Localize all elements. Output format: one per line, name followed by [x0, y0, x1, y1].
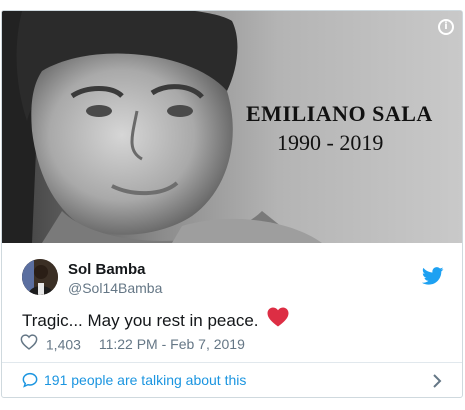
avatar[interactable]: [22, 259, 58, 295]
info-icon[interactable]: i: [438, 19, 454, 35]
tweet-text: Tragic... May you rest in peace.: [22, 307, 289, 334]
tweet-media-image[interactable]: EMILIANO SALA 1990 - 2019 i: [2, 11, 462, 243]
comment-bubble-icon: [22, 372, 38, 393]
tweet-author-header: Sol Bamba @Sol14Bamba: [2, 243, 462, 303]
tweet-text-body: Tragic... May you rest in peace.: [22, 310, 259, 330]
twitter-bird-icon[interactable]: [422, 267, 444, 285]
author-handle[interactable]: @Sol14Bamba: [68, 280, 162, 296]
overlay-title: EMILIANO SALA: [246, 101, 433, 126]
avatar-image: [22, 259, 58, 295]
talking-about-link[interactable]: 191 people are talking about this: [2, 363, 462, 397]
embedded-tweet-card[interactable]: EMILIANO SALA 1990 - 2019 i Sol Bamba @S…: [1, 10, 463, 398]
red-heart-icon: [267, 307, 289, 332]
like-count[interactable]: 1,403: [46, 336, 81, 352]
memorial-photo: [2, 11, 462, 243]
overlay-years: 1990 - 2019: [277, 130, 384, 155]
tweet-timestamp[interactable]: 11:22 PM - Feb 7, 2019: [99, 336, 245, 352]
talking-about-label[interactable]: 191 people are talking about this: [44, 372, 246, 388]
like-heart-icon[interactable]: [20, 334, 38, 354]
author-name[interactable]: Sol Bamba: [68, 261, 146, 278]
chevron-right-icon[interactable]: [432, 373, 442, 394]
tweet-meta: 1,403 11:22 PM - Feb 7, 2019: [20, 334, 245, 352]
